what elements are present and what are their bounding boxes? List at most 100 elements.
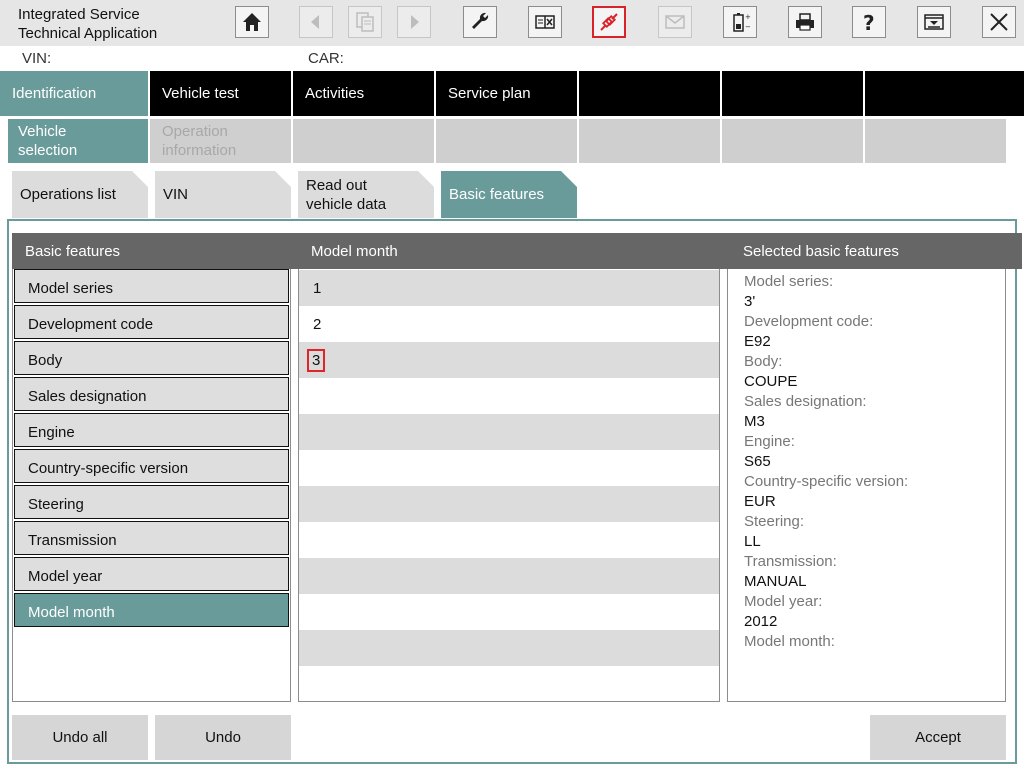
back-button[interactable]	[299, 6, 333, 38]
model-month-option-1[interactable]: 1	[299, 270, 719, 306]
model-month-empty-row	[299, 522, 719, 558]
selected-label-model-year: Model year:	[744, 593, 823, 610]
print-button[interactable]	[788, 6, 822, 38]
folder-tab-read-out-line2: vehicle data	[306, 195, 387, 213]
connection-button[interactable]	[592, 6, 626, 38]
folder-tab-vin-label: VIN	[163, 186, 189, 203]
app-title: Integrated Service Technical Application	[18, 5, 157, 43]
selected-value-model-year: 2012	[744, 613, 778, 630]
mail-button[interactable]	[658, 6, 692, 38]
selected-value-model-series: 3'	[744, 293, 756, 310]
battery-icon: +−	[733, 13, 751, 32]
basic-features-header: Basic features	[12, 233, 304, 269]
tab-empty-1	[579, 71, 720, 116]
folder-tab-vin[interactable]: VIN	[155, 171, 291, 218]
model-month-option-3[interactable]: 3	[299, 342, 719, 378]
connection-plug-icon	[600, 13, 618, 31]
folder-tab-read-out-vehicle-data[interactable]: Read out vehicle data	[298, 171, 434, 218]
selected-value-engine: S65	[744, 453, 771, 470]
close-icon	[990, 13, 1008, 31]
svg-text:−: −	[745, 23, 751, 31]
model-month-empty-row	[299, 558, 719, 594]
feature-item-model-month[interactable]: Model month	[14, 593, 289, 627]
subtab-empty-2	[436, 119, 577, 163]
tab-identification[interactable]: Identification	[0, 71, 148, 116]
model-month-panel: Model month 1 2 3	[298, 233, 733, 702]
undo-button[interactable]: Undo	[155, 715, 291, 760]
selected-label-engine: Engine:	[744, 433, 795, 450]
subtab-vehicle-selection-line2: selection	[18, 142, 78, 159]
feature-item-body[interactable]: Body	[14, 341, 289, 375]
service-button[interactable]	[463, 6, 497, 38]
selected-basic-features-panel: Selected basic features Model series: 3'…	[727, 233, 1022, 702]
model-month-empty-row	[299, 414, 719, 450]
model-month-empty-row	[299, 378, 719, 414]
model-month-empty-row	[299, 450, 719, 486]
tab-vehicle-test[interactable]: Vehicle test	[150, 71, 291, 116]
mail-icon	[665, 15, 685, 29]
selected-features-list: Model series: 3' Development code: E92 B…	[744, 272, 908, 652]
folder-tab-operations-list[interactable]: Operations list	[12, 171, 148, 218]
subtab-empty-5	[865, 119, 1006, 163]
car-label: CAR:	[308, 50, 344, 67]
model-month-option-2-label: 2	[313, 315, 322, 333]
subtab-operation-information-line1: Operation	[162, 123, 228, 140]
app-title-line2: Technical Application	[18, 25, 158, 42]
folder-tab-basic-features[interactable]: Basic features	[441, 171, 577, 218]
selected-value-country-specific-version: EUR	[744, 493, 776, 510]
selected-label-model-month: Model month:	[744, 633, 835, 650]
selected-label-transmission: Transmission:	[744, 553, 837, 570]
printer-icon	[796, 13, 814, 31]
accept-button[interactable]: Accept	[870, 715, 1006, 760]
documents-button[interactable]	[348, 6, 382, 38]
home-button[interactable]	[235, 6, 269, 38]
feature-item-sales-designation[interactable]: Sales designation	[14, 377, 289, 411]
feature-item-steering[interactable]: Steering	[14, 485, 289, 519]
model-month-option-3-label: 3	[307, 348, 326, 372]
undo-all-button[interactable]: Undo all	[12, 715, 148, 760]
tab-activities[interactable]: Activities	[293, 71, 434, 116]
selected-value-body: COUPE	[744, 373, 798, 390]
documents-icon	[356, 12, 374, 32]
help-button[interactable]: ?	[852, 6, 886, 38]
vin-label: VIN:	[22, 50, 52, 67]
model-month-empty-row	[299, 630, 719, 666]
model-month-empty-row	[299, 594, 719, 630]
model-month-empty-row	[299, 486, 719, 522]
dropdown-window-icon	[924, 14, 944, 30]
feature-item-development-code[interactable]: Development code	[14, 305, 289, 339]
subtab-operation-information-line2: information	[162, 142, 237, 159]
svg-text:+: +	[745, 13, 751, 21]
selected-value-sales-designation: M3	[744, 413, 765, 430]
help-icon: ?	[863, 11, 875, 34]
wrench-icon	[472, 12, 489, 29]
back-icon	[311, 15, 319, 29]
close-button[interactable]	[982, 6, 1016, 38]
tab-service-plan[interactable]: Service plan	[436, 71, 577, 116]
selected-label-steering: Steering:	[744, 513, 805, 530]
feature-item-transmission[interactable]: Transmission	[14, 521, 289, 555]
model-month-header: Model month	[298, 233, 733, 269]
forward-button[interactable]	[397, 6, 431, 38]
feature-item-model-series[interactable]: Model series	[14, 269, 289, 303]
feature-item-model-year[interactable]: Model year	[14, 557, 289, 591]
subtab-empty-4	[722, 119, 863, 163]
vehicle-info-bar: VIN: CAR:	[0, 46, 1024, 71]
feature-item-engine[interactable]: Engine	[14, 413, 289, 447]
selected-basic-features-header: Selected basic features	[727, 233, 1022, 269]
model-month-option-2[interactable]: 2	[299, 306, 719, 342]
home-icon	[243, 13, 261, 31]
selected-label-development-code: Development code:	[744, 313, 874, 330]
selected-label-sales-designation: Sales designation:	[744, 393, 867, 410]
subtab-operation-information[interactable]: Operation information	[150, 119, 291, 163]
folder-tab-operations-list-label: Operations list	[20, 186, 116, 203]
subtab-vehicle-selection-line1: Vehicle	[18, 123, 67, 140]
toolbar: Integrated Service Technical Application…	[0, 0, 1024, 46]
battery-button[interactable]: + −	[723, 6, 757, 38]
subtab-empty-3	[579, 119, 720, 163]
selected-label-country-specific-version: Country-specific version:	[744, 473, 909, 490]
subtab-vehicle-selection[interactable]: Vehicle selection	[8, 119, 148, 163]
window-menu-button[interactable]	[917, 6, 951, 38]
split-view-button[interactable]	[528, 6, 562, 38]
feature-item-country-specific-version[interactable]: Country-specific version	[14, 449, 289, 483]
